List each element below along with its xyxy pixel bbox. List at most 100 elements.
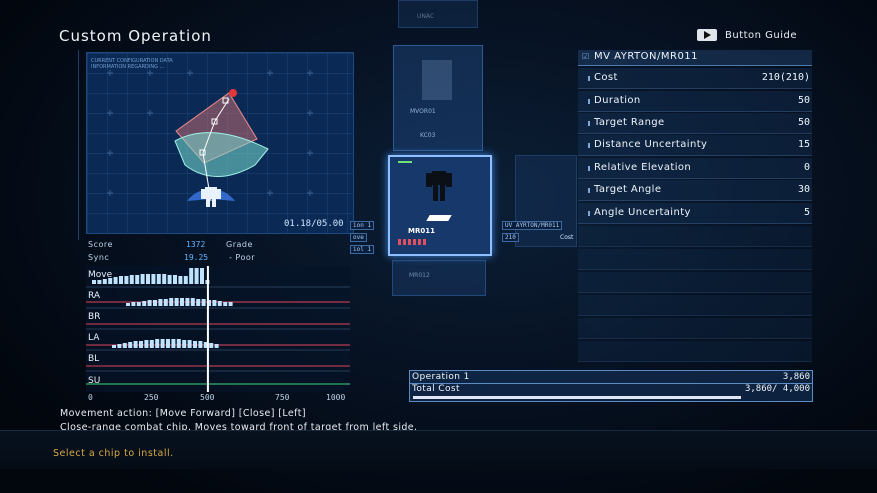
- timeline-bar: [228, 302, 233, 306]
- chip-label: UNAC: [417, 13, 435, 20]
- score-label: Score: [88, 240, 113, 249]
- chip-label: MR012: [409, 272, 430, 279]
- timeline-bar: [131, 302, 136, 306]
- checkbox-icon: ☑: [582, 52, 590, 61]
- timeline-bar: [149, 340, 154, 348]
- chip-marker: [426, 215, 452, 221]
- timeline-bar: [122, 343, 127, 348]
- timeline-bar: [139, 341, 143, 348]
- axis-tick: 500: [200, 393, 215, 402]
- grade-label: Grade: [226, 240, 253, 249]
- chip-details-header: ☑ MV AYRTON/MR011: [578, 50, 812, 66]
- empty-row: [578, 249, 812, 270]
- button-guide-label: Button Guide: [725, 30, 798, 41]
- timeline-bar: [171, 339, 176, 348]
- timeline-bar: [142, 301, 147, 306]
- timeline-bar: [173, 275, 177, 284]
- operation-time: 01.18/05.00: [284, 219, 344, 229]
- timeline-bar: [183, 276, 188, 284]
- timeline-bar: [126, 303, 130, 306]
- timeline-bar: [182, 340, 187, 348]
- chip-side-label: UV AYRTON/MR011: [502, 221, 563, 230]
- button-guide[interactable]: Button Guide: [697, 29, 797, 41]
- play-button-icon: [697, 29, 717, 41]
- timeline-bar: [196, 299, 201, 306]
- timeline-bar: [212, 300, 217, 306]
- chip-tile[interactable]: MVOR01 KC03: [393, 45, 483, 151]
- map-tag: iol 1: [350, 245, 375, 254]
- total-cost-value: 3,860/ 4,000: [744, 384, 810, 394]
- timeline-bar: [166, 339, 170, 348]
- timeline-bar: [209, 343, 214, 348]
- mech-icon: [424, 167, 454, 207]
- chip-description-line: Movement action: [Move Forward] [Close] …: [60, 408, 306, 419]
- timeline-bar: [174, 298, 179, 306]
- timeline-bar: [129, 275, 134, 284]
- cost-summary: Operation 1 3,860 Total Cost 3,860/ 4,00…: [409, 370, 813, 402]
- timeline-bar: [133, 341, 138, 348]
- timeline-bar: [92, 280, 96, 284]
- detail-row: Target Range 50: [578, 113, 812, 134]
- timeline-bar: [185, 298, 190, 306]
- empty-row: [578, 318, 812, 339]
- axis-tick: 0: [88, 393, 93, 402]
- timeline-bar: [178, 276, 183, 284]
- map-tag: ove: [350, 233, 367, 242]
- timeline-bar: [155, 339, 160, 348]
- timeline-bar: [169, 298, 174, 306]
- timeline-bar: [160, 339, 165, 348]
- timeline-bar: [119, 276, 123, 284]
- timeline-bar: [198, 341, 203, 348]
- detail-row: Duration 50: [578, 91, 812, 112]
- detail-row: Target Angle 30: [578, 180, 812, 201]
- selected-chip[interactable]: MR011: [388, 155, 492, 256]
- custom-operation-screen: Custom Operation Button Guide CURRENT CO…: [0, 0, 877, 493]
- chip-tile[interactable]: UNAC: [398, 0, 478, 28]
- row-label-br: BR: [88, 312, 101, 322]
- timeline-bar: [193, 341, 197, 348]
- row-label-su: SU: [88, 376, 101, 386]
- axis-tick: 750: [275, 393, 290, 402]
- timeline-bar: [112, 345, 116, 348]
- timeline-bar: [151, 274, 156, 284]
- frame-line: [78, 50, 79, 240]
- timeline-bar: [144, 340, 149, 348]
- timeline-grid: [86, 286, 350, 372]
- row-label-move: Move: [88, 270, 113, 280]
- axis-tick: 250: [144, 393, 159, 402]
- timeline-bar: [167, 275, 172, 284]
- chip-status-bar: [398, 161, 412, 163]
- timeline-bar: [128, 342, 133, 348]
- timeline-bar: [194, 268, 199, 284]
- tactical-map[interactable]: CURRENT CONFIGURATION DATA INFORMATION R…: [86, 52, 354, 234]
- timeline-bar: [223, 302, 228, 306]
- sync-value: 19.25: [184, 253, 209, 262]
- sync-label: Sync: [88, 253, 110, 262]
- install-prompt: Select a chip to install.: [53, 448, 174, 459]
- detail-row: Relative Elevation 0: [578, 158, 812, 179]
- timeline-bar: [147, 300, 152, 306]
- target-marker: [229, 89, 237, 97]
- timeline-bar: [162, 274, 167, 284]
- timeline[interactable]: [86, 266, 350, 392]
- timeline-bar: [217, 301, 222, 306]
- chip-label: MVOR01: [410, 108, 436, 115]
- chip-tile[interactable]: MR012: [392, 260, 486, 296]
- score-value: 1372: [186, 240, 206, 249]
- empty-row: [578, 341, 812, 362]
- empty-row: [578, 295, 812, 316]
- timeline-bar: [97, 280, 102, 284]
- timeline-bar: [180, 298, 184, 306]
- player-mech-icon: [201, 187, 221, 207]
- timeline-bar: [153, 300, 157, 306]
- timeline-bar: [146, 274, 150, 284]
- timeline-bar: [135, 275, 140, 284]
- map-graphics: [107, 70, 313, 207]
- chip-meter: [398, 239, 428, 245]
- row-label-bl: BL: [88, 354, 100, 364]
- timeline-bar: [158, 299, 163, 306]
- row-label-la: LA: [88, 333, 100, 343]
- timeline-bar: [113, 277, 118, 284]
- timeline-bar: [189, 268, 194, 284]
- timeline-bar: [176, 339, 181, 348]
